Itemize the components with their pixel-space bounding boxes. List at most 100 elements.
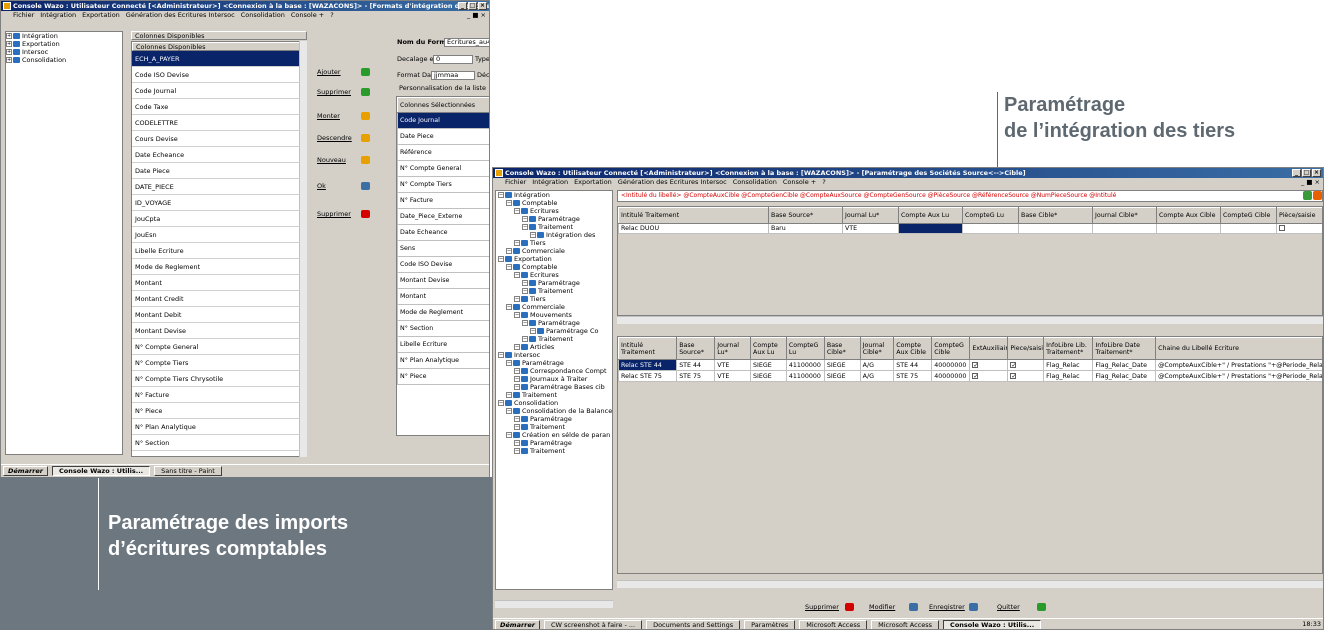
tree-item[interactable]: − Consolidation xyxy=(496,399,612,407)
ext-auxiliaire-checkbox[interactable] xyxy=(969,359,1009,371)
maximize-button[interactable]: □ xyxy=(1302,169,1311,177)
column-header[interactable]: Journal Cible* xyxy=(859,337,895,360)
selected-column-row[interactable]: Code Journal1 xyxy=(397,112,489,129)
tree-item[interactable]: − Comptable xyxy=(496,199,612,207)
expand-icon[interactable]: − xyxy=(514,368,520,374)
available-columns-list[interactable]: Colonnes Disponibles ECH_A_PAYER Code ISO … xyxy=(131,41,307,457)
expand-icon[interactable]: − xyxy=(522,320,528,326)
column-header[interactable]: Intitulé Traitement xyxy=(618,337,678,360)
tree-item[interactable]: − Mouvements xyxy=(496,311,612,319)
selected-column-row[interactable]: Mode de Reglement15 xyxy=(397,304,489,321)
available-column-item[interactable]: CODELETTRE xyxy=(132,115,306,131)
menu-item[interactable]: Console + xyxy=(783,178,816,186)
available-column-item[interactable]: DATE_PIECE xyxy=(132,179,306,195)
menu-item[interactable]: Exportation xyxy=(574,178,612,186)
cell[interactable]: VTE xyxy=(714,359,752,371)
menu-item[interactable]: Fichier xyxy=(505,178,526,186)
column-header[interactable]: Base Cible* xyxy=(1018,207,1093,224)
expand-icon[interactable]: − xyxy=(514,344,520,350)
format-date-select[interactable]: jjmmaa xyxy=(431,71,475,80)
expand-icon[interactable]: − xyxy=(522,288,528,294)
column-header[interactable]: Compte Aux Cible xyxy=(1156,207,1221,224)
tree-item[interactable]: − Création en sélde de paran xyxy=(496,431,612,439)
selected-column-row[interactable]: Sens11 xyxy=(397,240,489,257)
expand-icon[interactable]: − xyxy=(514,448,520,454)
cell[interactable]: 40000000 xyxy=(931,370,971,382)
action-button[interactable]: Enregistrer xyxy=(925,600,981,614)
tree-item[interactable]: − Traitement xyxy=(496,447,612,455)
taskbar-item[interactable]: Microsoft Access xyxy=(799,619,868,629)
action-button[interactable]: Monter xyxy=(313,109,373,123)
available-column-item[interactable]: Montant Credit xyxy=(132,291,306,307)
tree-item[interactable]: − Traitement xyxy=(496,223,612,231)
selected-column-row[interactable]: N° Compte Tiers7 xyxy=(397,176,489,193)
tree-item[interactable]: − Paramétrage Bases cib xyxy=(496,383,612,391)
expand-icon[interactable]: − xyxy=(514,208,520,214)
decalage-input[interactable]: 0 xyxy=(433,55,473,64)
tree-item[interactable]: − Ecritures xyxy=(496,271,612,279)
selected-column-row[interactable]: N° Section16 xyxy=(397,320,489,337)
selected-column-row[interactable]: Référence4 xyxy=(397,144,489,161)
cell[interactable]: STE 75 xyxy=(893,370,933,382)
selected-column-row[interactable]: Montant14 xyxy=(397,288,489,305)
tree-item[interactable]: + Intégration xyxy=(6,32,122,40)
expand-icon[interactable]: − xyxy=(506,200,512,206)
piece-checkbox[interactable] xyxy=(1007,359,1045,371)
cell[interactable]: @CompteAuxCible+" / Prestations "+@Perio… xyxy=(1155,370,1322,382)
target-row[interactable]: Relac STE 44 STE 44 VTE SIEGE 41100000 SIEGE A… xyxy=(618,359,1322,371)
expand-icon[interactable]: − xyxy=(522,336,528,342)
menu-item[interactable]: Consolidation xyxy=(733,178,777,186)
menu-item[interactable]: Exportation xyxy=(82,11,120,19)
menu-item[interactable]: Consolidation xyxy=(241,11,285,19)
close-button[interactable]: × xyxy=(478,2,487,10)
available-column-item[interactable]: N° Compte General xyxy=(132,339,306,355)
selected-columns-grid[interactable]: Colonnes SélectionnéesPositionInfo Libre… xyxy=(396,96,489,436)
taskbar-item[interactable]: Paramètres xyxy=(744,619,796,629)
cancel-icon[interactable] xyxy=(1313,191,1322,200)
taskbar-item[interactable]: Sans titre - Paint xyxy=(154,465,222,476)
minimize-button[interactable]: _ xyxy=(1292,169,1301,177)
expand-icon[interactable]: − xyxy=(498,352,504,358)
cell[interactable]: Relac DUOU xyxy=(618,223,769,234)
column-header[interactable]: Intitulé Traitement xyxy=(618,207,769,224)
available-column-item[interactable]: JouEsn xyxy=(132,227,306,243)
tree-item[interactable]: − Intersoc xyxy=(496,351,612,359)
cell[interactable]: STE 75 xyxy=(676,370,716,382)
tree-item[interactable]: − Paramétrage Co xyxy=(496,327,612,335)
tree-item[interactable]: − Paramétrage xyxy=(496,319,612,327)
column-header[interactable]: Journal Lu* xyxy=(842,207,899,224)
action-button[interactable]: Modifier xyxy=(865,600,921,614)
expand-icon[interactable]: − xyxy=(514,376,520,382)
tree-item[interactable]: − Ecritures xyxy=(496,207,612,215)
column-header[interactable]: Piece/saisie xyxy=(1007,337,1045,360)
societes-window-titlebar[interactable]: Console Wazo : Utilisateur Connecté [<Ad… xyxy=(493,168,1323,178)
column-header[interactable]: CompteG Cible xyxy=(1220,207,1277,224)
close-button[interactable]: × xyxy=(1312,169,1321,177)
available-column-item[interactable]: ECH_A_PAYER xyxy=(132,51,306,67)
available-column-item[interactable]: ID_VOYAGE xyxy=(132,195,306,211)
cell[interactable]: A/G xyxy=(859,359,895,371)
minimize-button[interactable]: _ xyxy=(458,2,467,10)
available-column-item[interactable]: Libelle Ecriture xyxy=(132,243,306,259)
column-header[interactable]: Journal Lu* xyxy=(714,337,752,360)
available-column-item[interactable]: Montant Devise xyxy=(132,323,306,339)
action-button[interactable]: Ajouter xyxy=(313,65,373,79)
available-list-scrollbar[interactable] xyxy=(299,41,307,457)
available-column-item[interactable]: N°Compte Gen Chrysotile xyxy=(132,451,306,456)
validate-icon[interactable] xyxy=(1303,191,1312,200)
taskbar-item[interactable]: Microsoft Access xyxy=(871,619,940,629)
tree-item[interactable]: + Consolidation xyxy=(6,56,122,64)
column-header[interactable]: Colonnes Sélectionnées xyxy=(397,97,489,113)
menu-item[interactable]: Génération des Ecritures Intersoc xyxy=(618,178,727,186)
selected-column-row[interactable]: N° Compte General6 xyxy=(397,160,489,177)
cell[interactable]: STE 44 xyxy=(676,359,716,371)
column-header[interactable]: Journal Cible* xyxy=(1092,207,1157,224)
expand-icon[interactable]: + xyxy=(6,33,12,39)
column-header[interactable]: Base Source* xyxy=(676,337,716,360)
taskbar-item[interactable]: Console Wazo : Utilis... xyxy=(52,465,151,476)
source-grid[interactable]: Intitulé Traitement Base Source* Journal L… xyxy=(617,206,1323,316)
format-window-titlebar[interactable]: Console Wazo : Utilisateur Connecté [<Ad… xyxy=(1,1,489,11)
cell[interactable]: Relac STE 75 xyxy=(618,370,678,382)
cell[interactable] xyxy=(1092,223,1157,234)
tree-item[interactable]: − Paramétrage xyxy=(496,359,612,367)
